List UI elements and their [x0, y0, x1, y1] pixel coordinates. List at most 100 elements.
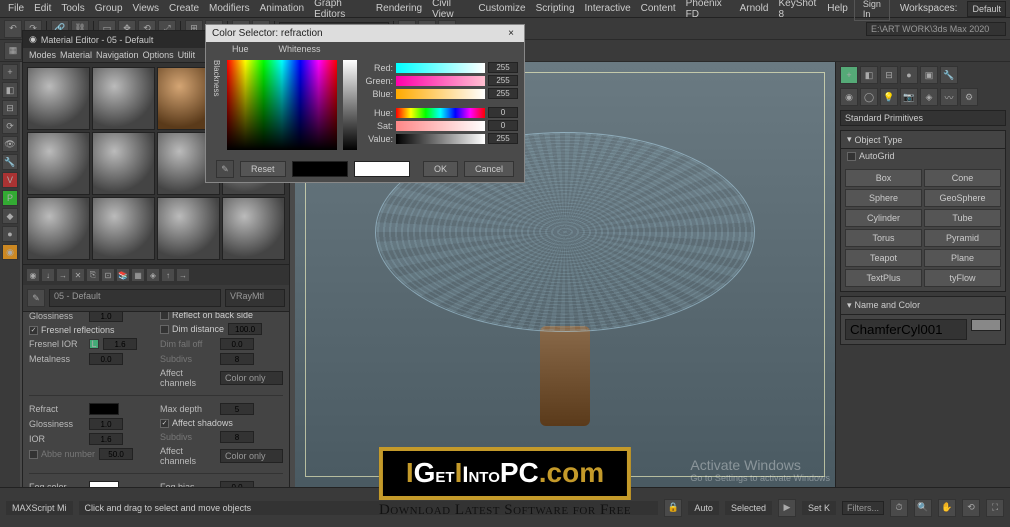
green-slider[interactable]: [396, 76, 485, 86]
sample-slot[interactable]: [92, 132, 155, 195]
menu-edit[interactable]: Edit: [30, 1, 55, 16]
misc3-icon[interactable]: ◉: [2, 244, 18, 260]
menu-phoenix[interactable]: Phoenix FD: [682, 0, 734, 22]
pyramid-button[interactable]: Pyramid: [924, 229, 1001, 247]
refract-swatch[interactable]: [89, 403, 119, 415]
set-key-button[interactable]: Set K: [802, 501, 836, 515]
refr-subdivs-spinner[interactable]: [220, 431, 254, 443]
hierarchy-panel-icon[interactable]: ⊟: [880, 66, 898, 84]
show-result-icon[interactable]: ◈: [146, 268, 160, 282]
menu-modifiers[interactable]: Modifiers: [205, 1, 254, 16]
reset-button[interactable]: Reset: [240, 161, 286, 177]
eyedropper-icon[interactable]: ✎: [216, 160, 234, 178]
mat-menu-modes[interactable]: Modes: [29, 50, 56, 60]
fresnel-ior-spinner[interactable]: [103, 338, 137, 350]
misc-icon[interactable]: ◆: [2, 208, 18, 224]
zoom-icon[interactable]: 🔍: [914, 499, 932, 517]
material-type-button[interactable]: VRayMtl: [225, 289, 285, 307]
red-input[interactable]: [488, 62, 518, 73]
lock-selection-icon[interactable]: 🔒: [664, 499, 682, 517]
torus-button[interactable]: Torus: [845, 229, 922, 247]
abbe-checkbox[interactable]: Abbe number: [29, 449, 95, 459]
menu-arnold[interactable]: Arnold: [736, 1, 773, 16]
selected-button[interactable]: Selected: [725, 501, 772, 515]
workspace-dropdown[interactable]: Default: [967, 1, 1006, 17]
pick-material-icon[interactable]: ✎: [27, 289, 45, 307]
subdivs-spinner[interactable]: [220, 353, 254, 365]
sample-slot[interactable]: [222, 197, 285, 260]
file-path-field[interactable]: E:\ART WORK\3ds Max 2020: [866, 22, 1006, 36]
misc2-icon[interactable]: ●: [2, 226, 18, 242]
close-icon[interactable]: ×: [504, 28, 518, 39]
sample-slot[interactable]: [157, 197, 220, 260]
motion-panel-icon[interactable]: ●: [900, 66, 918, 84]
menu-animation[interactable]: Animation: [256, 1, 308, 16]
dim-distance-spinner[interactable]: [228, 323, 262, 335]
menu-file[interactable]: File: [4, 1, 28, 16]
systems-icon[interactable]: ⚙: [960, 88, 978, 106]
tube-button[interactable]: Tube: [924, 209, 1001, 227]
menu-help[interactable]: Help: [823, 1, 852, 16]
refr-affect-dropdown[interactable]: Color only: [220, 449, 283, 463]
maxscript-listener[interactable]: MAXScript Mi: [6, 501, 73, 515]
geosphere-button[interactable]: GeoSphere: [924, 189, 1001, 207]
name-color-header[interactable]: ▾ Name and Color: [841, 297, 1005, 315]
metalness-spinner[interactable]: [89, 353, 123, 365]
go-forward-icon[interactable]: →: [176, 268, 190, 282]
put-to-scene-icon[interactable]: ↓: [41, 268, 55, 282]
geometry-icon[interactable]: ◉: [840, 88, 858, 106]
sample-slot[interactable]: [27, 67, 90, 130]
menu-keyshot[interactable]: KeyShot 8: [774, 0, 821, 22]
menu-rendering[interactable]: Rendering: [372, 1, 426, 16]
hue-input[interactable]: [488, 107, 518, 118]
box-button[interactable]: Box: [845, 169, 922, 187]
material-name-dropdown[interactable]: 05 - Default: [49, 289, 221, 307]
value-input[interactable]: [488, 133, 518, 144]
reset-map-icon[interactable]: ✕: [71, 268, 85, 282]
blue-slider[interactable]: [396, 89, 485, 99]
menu-create[interactable]: Create: [165, 1, 203, 16]
sat-input[interactable]: [488, 120, 518, 131]
affect-channels-dropdown[interactable]: Color only: [220, 371, 283, 385]
helpers-icon[interactable]: ◈: [920, 88, 938, 106]
get-material-icon[interactable]: ◉: [26, 268, 40, 282]
lights-icon[interactable]: 💡: [880, 88, 898, 106]
menu-views[interactable]: Views: [129, 1, 164, 16]
sample-slot[interactable]: [27, 197, 90, 260]
menu-content[interactable]: Content: [637, 1, 680, 16]
menu-customize[interactable]: Customize: [474, 1, 529, 16]
create-tab-icon[interactable]: +: [2, 64, 18, 80]
pan-icon[interactable]: ✋: [938, 499, 956, 517]
display-tab-icon[interactable]: 👁: [2, 136, 18, 152]
object-color-swatch[interactable]: [971, 319, 1001, 331]
sign-in-button[interactable]: Sign In: [854, 0, 890, 21]
cancel-button[interactable]: Cancel: [464, 161, 514, 177]
show-map-icon[interactable]: ▦: [131, 268, 145, 282]
assign-icon[interactable]: →: [56, 268, 70, 282]
motion-tab-icon[interactable]: ⟳: [2, 118, 18, 134]
menu-scripting[interactable]: Scripting: [532, 1, 579, 16]
mat-menu-navigation[interactable]: Navigation: [96, 50, 139, 60]
modify-tab-icon[interactable]: ◧: [2, 82, 18, 98]
lock-icon[interactable]: L: [89, 339, 99, 349]
teapot-button[interactable]: Teapot: [845, 249, 922, 267]
category-dropdown[interactable]: Standard Primitives: [840, 110, 1006, 126]
modify-panel-icon[interactable]: ◧: [860, 66, 878, 84]
play-icon[interactable]: ▶: [778, 499, 796, 517]
refr-max-depth-spinner[interactable]: [220, 403, 254, 415]
poly-icon[interactable]: ▦: [4, 42, 22, 60]
object-name-input[interactable]: [845, 319, 967, 340]
sample-slot[interactable]: [92, 67, 155, 130]
red-slider[interactable]: [396, 63, 485, 73]
cone-button[interactable]: Cone: [924, 169, 1001, 187]
fresnel-checkbox[interactable]: ✓Fresnel reflections: [29, 325, 115, 335]
mat-menu-material[interactable]: Material: [60, 50, 92, 60]
value-slider[interactable]: [396, 134, 485, 144]
phoenix-icon[interactable]: P: [2, 190, 18, 206]
make-copy-icon[interactable]: ⎘: [86, 268, 100, 282]
ior-spinner[interactable]: [89, 433, 123, 445]
menu-tools[interactable]: Tools: [57, 1, 88, 16]
mat-menu-options[interactable]: Options: [143, 50, 174, 60]
time-config-icon[interactable]: ⏱: [890, 499, 908, 517]
menu-group[interactable]: Group: [91, 1, 127, 16]
